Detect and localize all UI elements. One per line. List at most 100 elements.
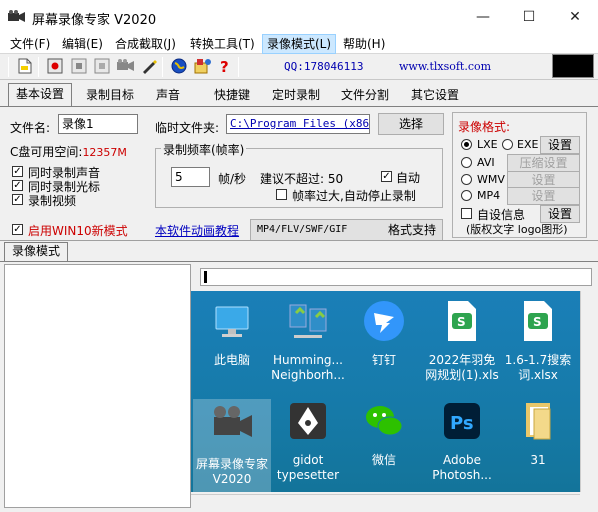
pen-nib-icon: [290, 403, 326, 439]
exe-settings-button[interactable]: 设置: [540, 136, 580, 154]
horizontal-ruler[interactable]: [200, 268, 592, 286]
mp4-settings-button[interactable]: 设置: [507, 187, 580, 205]
desktop-icon-label: 31: [530, 453, 546, 467]
menu-help[interactable]: 帮助(H): [339, 34, 389, 54]
menu-convert[interactable]: 转换工具(T): [186, 34, 259, 54]
fps-auto-checkbox[interactable]: ✓: [381, 171, 392, 182]
exe-radio[interactable]: [502, 139, 513, 150]
desktop-icon-screen-recorder[interactable]: 屏幕录像专家 V2020: [193, 399, 271, 492]
win10-mode-checkbox[interactable]: ✓: [12, 224, 23, 235]
fps-group-title: 录制频率(帧率): [161, 141, 247, 158]
close-button[interactable]: ✕: [552, 0, 598, 34]
fps-stop-checkbox[interactable]: [276, 189, 287, 200]
wmv-radio[interactable]: [461, 174, 472, 185]
desktop-icon-folder-31[interactable]: 31: [499, 399, 577, 468]
vertical-scrollbar[interactable]: [580, 291, 592, 492]
menu-record-mode[interactable]: 录像模式(L): [262, 34, 337, 54]
avi-radio[interactable]: [461, 157, 472, 168]
svg-text:S: S: [457, 315, 466, 329]
tab-other-settings[interactable]: 其它设置: [403, 84, 467, 106]
mp4-radio[interactable]: [461, 190, 472, 201]
toolbar: ? QQ:178046113 www.tlxsoft.com: [0, 54, 598, 80]
horizontal-scrollbar[interactable]: [191, 494, 580, 506]
fps-input[interactable]: 5: [171, 167, 210, 187]
format-panel-title: 录像格式:: [458, 120, 511, 134]
tab-sound[interactable]: 声音: [148, 84, 188, 106]
website-link[interactable]: www.tlxsoft.com: [399, 60, 491, 73]
custom-info-checkbox[interactable]: [461, 208, 472, 219]
svg-text:Ps: Ps: [450, 413, 474, 434]
format-support-button[interactable]: MP4/FLV/SWF/GIF 格式支持: [250, 219, 443, 241]
desktop-icon-this-pc[interactable]: 此电脑: [193, 299, 271, 368]
compress-settings-button[interactable]: 压缩设置: [507, 154, 580, 172]
filename-input[interactable]: 录像1: [58, 114, 138, 134]
ruler-marker[interactable]: [204, 271, 207, 283]
fps-suggestion: 建议不超过: 50: [260, 172, 344, 186]
svg-text:S: S: [533, 315, 542, 329]
desktop-icon-label: 微信: [371, 453, 396, 467]
minimize-button[interactable]: —: [460, 0, 506, 34]
tab-record-target[interactable]: 录制目标: [78, 84, 142, 106]
fps-stop-label: 帧率过大,自动停止录制: [292, 189, 416, 203]
help-icon[interactable]: ?: [216, 57, 234, 75]
pause-icon[interactable]: [93, 57, 111, 75]
fps-auto-label: 自动: [396, 171, 421, 185]
temp-folder-input[interactable]: C:\Program Files (x86)\: [226, 114, 370, 134]
free-space-label: C盘可用空间:12357M: [10, 143, 127, 160]
section-divider: [0, 240, 598, 241]
preview-box: [552, 54, 594, 78]
tab-file-split[interactable]: 文件分割: [333, 84, 397, 106]
desktop-icon-network[interactable]: Humming... Neighborh...: [269, 299, 347, 383]
menu-file[interactable]: 文件(F): [6, 34, 54, 54]
record-sound-checkbox[interactable]: ✓: [12, 166, 23, 177]
desktop-icon-label: 此电脑: [213, 353, 250, 367]
globe-icon[interactable]: [170, 57, 188, 75]
desktop-icon-xlsx-search[interactable]: S 1.6-1.7搜索词.xlsx: [499, 299, 577, 383]
free-space-label-text: C盘可用空间:: [10, 145, 83, 159]
free-space-value: 12357M: [82, 146, 127, 159]
record-video-checkbox[interactable]: ✓: [12, 194, 23, 205]
tools-icon[interactable]: [194, 57, 212, 75]
record-cursor-checkbox[interactable]: ✓: [12, 180, 23, 191]
fps-unit: 帧/秒: [218, 172, 247, 186]
desktop-icon-label: gidot typesetter: [276, 453, 340, 482]
desktop-icon-label: Adobe Photosh...: [432, 453, 492, 482]
lxe-radio[interactable]: [461, 139, 472, 150]
wmv-label: WMV: [477, 173, 505, 186]
pen-icon[interactable]: [140, 57, 158, 75]
tab-scheduled-record[interactable]: 定时录制: [264, 84, 328, 106]
format-types: MP4/FLV/SWF/GIF: [257, 224, 348, 235]
toolbar-separator: [8, 57, 9, 77]
desktop-icon-xls-plan[interactable]: S 2022年羽免网规划(1).xls: [423, 299, 501, 383]
thumbnail-pane: [4, 264, 191, 508]
desktop-icon-photoshop[interactable]: Ps Adobe Photosh...: [423, 399, 501, 483]
dingtalk-icon: [364, 301, 404, 341]
maximize-button[interactable]: ☐: [506, 0, 552, 34]
menu-compose[interactable]: 合成截取(J): [111, 34, 180, 54]
camera-icon[interactable]: [117, 57, 135, 75]
tutorial-link[interactable]: 本软件动画教程: [155, 222, 239, 239]
tab-hotkeys[interactable]: 快捷键: [206, 84, 258, 106]
desktop-icon-label: 2022年羽免网规划(1).xls: [425, 353, 499, 382]
format-support-label: 格式支持: [387, 223, 436, 237]
app-camera-icon: [8, 10, 25, 22]
stop-icon[interactable]: [70, 57, 88, 75]
desktop-icon-wechat[interactable]: 微信: [345, 399, 423, 468]
desktop-icon-label: Humming... Neighborh...: [271, 353, 345, 382]
desktop-icon-dingtalk[interactable]: 钉钉: [345, 299, 423, 368]
new-file-icon[interactable]: [16, 57, 34, 75]
title-bar: 屏幕录像专家 V2020 — ☐ ✕: [0, 0, 598, 34]
tab-basic-settings[interactable]: 基本设置: [8, 83, 73, 106]
exe-label: EXE: [517, 138, 539, 151]
desktop-icon-label: 钉钉: [371, 353, 396, 367]
browse-folder-button[interactable]: 选择: [378, 113, 444, 135]
svg-text:?: ?: [220, 58, 229, 74]
network-icon: [289, 304, 327, 338]
tab-divider: [0, 106, 598, 107]
tab-record-mode[interactable]: 录像模式: [4, 242, 69, 261]
menu-edit[interactable]: 编辑(E): [58, 34, 107, 54]
record-icon[interactable]: [46, 57, 64, 75]
copyright-note: (版权文字 logo图形): [466, 223, 568, 236]
desktop-icon-gidot[interactable]: gidot typesetter: [269, 399, 347, 483]
record-video-label: 录制视频: [28, 194, 77, 208]
